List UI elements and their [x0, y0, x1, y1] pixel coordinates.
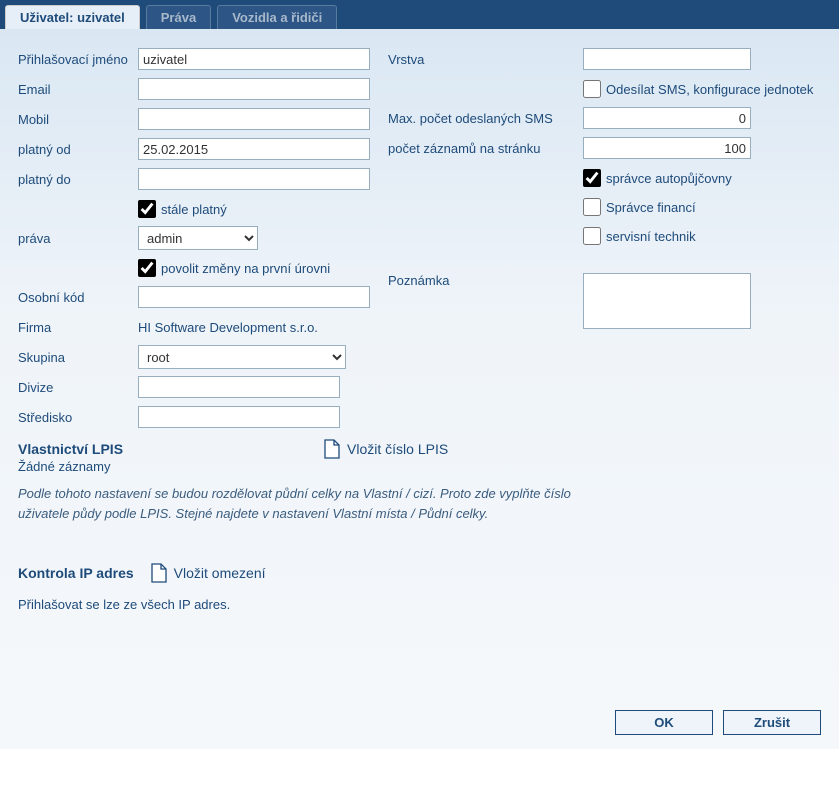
email-label: Email — [18, 82, 138, 97]
tab-bar: Uživatel: uzivatel Práva Vozidla a řidič… — [0, 0, 839, 29]
send-sms-label: Odesílat SMS, konfigurace jednotek — [606, 82, 813, 97]
allow-changes-label: povolit změny na první úrovni — [161, 261, 330, 276]
tab-rights[interactable]: Práva — [146, 5, 211, 29]
lpis-insert-link[interactable]: Vložit číslo LPIS — [347, 441, 448, 457]
division-input[interactable] — [138, 376, 340, 398]
division-label: Divize — [18, 380, 138, 395]
rights-label: práva — [18, 231, 138, 246]
finance-admin-label: Správce financí — [606, 200, 696, 215]
always-valid-label: stále platný — [161, 202, 227, 217]
lpis-description: Podle tohoto nastavení se budou rozdělov… — [18, 484, 578, 523]
mobile-input[interactable] — [138, 108, 370, 130]
login-input[interactable] — [138, 48, 370, 70]
document-icon — [323, 439, 341, 459]
records-label: počet záznamů na stránku — [388, 141, 583, 156]
document-icon — [150, 563, 168, 583]
ip-title: Kontrola IP adres — [18, 565, 134, 581]
send-sms-checkbox[interactable] — [583, 80, 601, 98]
note-label: Poznámka — [388, 273, 583, 288]
service-tech-checkbox[interactable] — [583, 227, 601, 245]
tab-vehicles[interactable]: Vozidla a řidiči — [217, 5, 337, 29]
company-value: HI Software Development s.r.o. — [138, 320, 318, 335]
ok-button[interactable]: OK — [615, 710, 713, 735]
mobile-label: Mobil — [18, 112, 138, 127]
personal-code-label: Osobní kód — [18, 290, 138, 305]
layer-input[interactable] — [583, 48, 751, 70]
login-label: Přihlašovací jméno — [18, 52, 138, 67]
personal-code-input[interactable] — [138, 286, 370, 308]
rights-select[interactable]: admin — [138, 226, 258, 250]
valid-from-input[interactable] — [138, 138, 370, 160]
service-tech-label: servisní technik — [606, 229, 696, 244]
note-textarea[interactable] — [583, 273, 751, 329]
finance-admin-checkbox[interactable] — [583, 198, 601, 216]
ip-insert-link[interactable]: Vložit omezení — [174, 565, 266, 581]
rental-admin-checkbox[interactable] — [583, 169, 601, 187]
layer-label: Vrstva — [388, 52, 583, 67]
email-input[interactable] — [138, 78, 370, 100]
valid-from-label: platný od — [18, 142, 138, 157]
ip-description: Přihlašovat se lze ze všech IP adres. — [18, 597, 821, 612]
group-label: Skupina — [18, 350, 138, 365]
cancel-button[interactable]: Zrušit — [723, 710, 821, 735]
tab-user[interactable]: Uživatel: uzivatel — [5, 5, 140, 29]
records-input[interactable] — [583, 137, 751, 159]
allow-changes-checkbox[interactable] — [138, 259, 156, 277]
max-sms-label: Max. počet odeslaných SMS — [388, 111, 583, 126]
valid-to-label: platný do — [18, 172, 138, 187]
always-valid-checkbox[interactable] — [138, 200, 156, 218]
lpis-title: Vlastnictví LPIS — [18, 441, 123, 457]
lpis-no-records: Žádné záznamy — [18, 459, 821, 474]
max-sms-input[interactable] — [583, 107, 751, 129]
group-select[interactable]: root — [138, 345, 346, 369]
center-input[interactable] — [138, 406, 340, 428]
valid-to-input[interactable] — [138, 168, 370, 190]
content-panel: Přihlašovací jméno Email Mobil platný od… — [0, 29, 839, 749]
company-label: Firma — [18, 320, 138, 335]
center-label: Středisko — [18, 410, 138, 425]
rental-admin-label: správce autopůjčovny — [606, 171, 732, 186]
